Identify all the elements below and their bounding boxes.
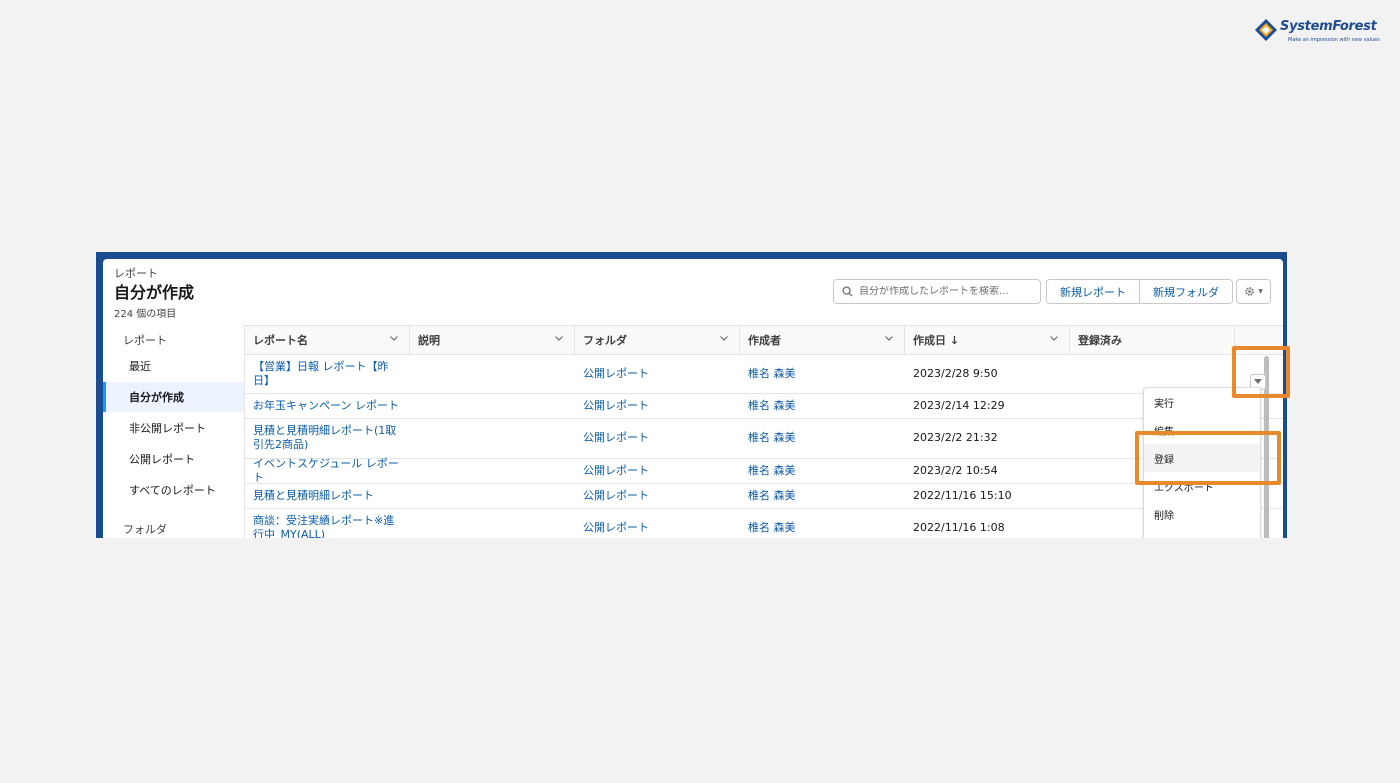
logo-diamond-icon [1255, 19, 1277, 41]
sidebar-item-private-reports[interactable]: 非公開レポート [103, 413, 244, 443]
folder-link[interactable]: 公開レポート [575, 508, 735, 538]
sidebar-heading-reports: レポート [123, 334, 167, 347]
folder-link[interactable]: 公開レポート [575, 458, 735, 483]
column-header-created-date[interactable]: 作成日 ↓ [905, 326, 1070, 354]
company-logo: SystemForest Make an impression with new… [1254, 18, 1384, 48]
table-row: イベントスケジュール レポート 公開レポート 椎名 森美 2023/2/2 10… [245, 457, 1283, 484]
search-icon [842, 286, 853, 297]
highlight-subscribe-item [1135, 431, 1281, 485]
logo-wordmark: SystemForest [1280, 19, 1377, 34]
sidebar-item-created-by-me[interactable]: 自分が作成 [103, 382, 244, 412]
search-box[interactable] [833, 279, 1041, 304]
sidebar-item-public-reports[interactable]: 公開レポート [103, 444, 244, 474]
column-header-description[interactable]: 説明 [410, 326, 575, 354]
sidebar-heading-folders: フォルダ [123, 523, 167, 536]
owner-link[interactable]: 椎名 森美 [740, 418, 900, 458]
sidebar-item-all-reports[interactable]: すべてのレポート [103, 475, 244, 505]
table-header: レポート名 説明 フォルダ 作成者 作成日 ↓ 登録済み [245, 325, 1283, 355]
table-row: 【営業】日報 レポート【昨日】 公開レポート 椎名 森美 2023/2/28 9… [245, 354, 1283, 394]
table-row: お年玉キャンペーン レポート 公開レポート 椎名 森美 2023/2/14 12… [245, 393, 1283, 419]
sidebar-item-label: 公開レポート [129, 453, 195, 466]
gear-icon [1245, 287, 1254, 296]
table-row: 見積と見積明細レポート(1取引先2商品) 公開レポート 椎名 森美 2023/2… [245, 418, 1283, 459]
owner-link[interactable]: 椎名 森美 [740, 508, 900, 538]
list-header: レポート 自分が作成 224 個の項目 新規レポート 新規フォルダ ▼ [103, 259, 1283, 325]
folder-link[interactable]: 公開レポート [575, 418, 735, 458]
report-name-link[interactable]: イベントスケジュール レポート [245, 457, 405, 484]
owner-link[interactable]: 椎名 森美 [740, 458, 900, 483]
report-name-link[interactable]: 見積と見積明細レポート(1取引先2商品) [245, 418, 405, 458]
owner-link[interactable]: 椎名 森美 [740, 393, 900, 418]
column-header-owner[interactable]: 作成者 [740, 326, 905, 354]
new-report-button[interactable]: 新規レポート [1047, 280, 1139, 303]
report-name-link[interactable]: 商談：受注実績レポート※進行中_MY(ALL) [245, 508, 405, 538]
created-date: 2022/11/16 1:08 [913, 521, 1005, 534]
menu-item-delete[interactable]: 削除 [1144, 500, 1260, 528]
folder-link[interactable]: 公開レポート [575, 483, 735, 508]
chevron-down-icon[interactable] [554, 333, 564, 343]
chevron-down-icon: ▼ [1258, 288, 1263, 295]
search-input[interactable] [859, 286, 1029, 297]
report-name-link[interactable]: 【営業】日報 レポート【昨日】 [245, 354, 395, 393]
new-folder-button[interactable]: 新規フォルダ [1139, 280, 1232, 303]
created-date: 2023/2/2 21:32 [913, 431, 998, 444]
chevron-down-icon[interactable] [719, 333, 729, 343]
report-name-link[interactable]: お年玉キャンペーン レポート [245, 393, 405, 418]
chevron-down-icon[interactable] [1049, 333, 1059, 343]
chevron-down-icon[interactable] [389, 333, 399, 343]
table-row: 見積と見積明細レポート 公開レポート 椎名 森美 2022/11/16 15:1… [245, 483, 1283, 509]
table-row: 商談：受注実績レポート※進行中_MY(ALL) 公開レポート 椎名 森美 202… [245, 508, 1283, 538]
folder-link[interactable]: 公開レポート [575, 354, 735, 393]
owner-link[interactable]: 椎名 森美 [740, 483, 900, 508]
logo-tagline: Make an impression with new values [1288, 37, 1380, 43]
created-date: 2023/2/14 12:29 [913, 398, 1005, 412]
sidebar-item-label: 自分が作成 [129, 391, 184, 404]
page-title: 自分が作成 [114, 283, 195, 302]
item-count: 224 個の項目 [114, 309, 177, 320]
created-date: 2022/11/16 15:10 [913, 488, 1012, 502]
column-header-subscribed[interactable]: 登録済み [1070, 326, 1235, 354]
column-header-report-name[interactable]: レポート名 [245, 326, 410, 354]
sidebar-item-label: 非公開レポート [129, 422, 206, 435]
reports-list-card: レポート 自分が作成 224 個の項目 新規レポート 新規フォルダ ▼ [103, 259, 1283, 538]
created-date: 2023/2/2 10:54 [913, 463, 998, 477]
sidebar-item-label: すべてのレポート [129, 484, 216, 497]
screenshot-frame: レポート 自分が作成 224 個の項目 新規レポート 新規フォルダ ▼ [96, 252, 1287, 538]
sidebar-item-recent[interactable]: 最近 [103, 351, 244, 381]
sidebar-item-label: 最近 [129, 360, 151, 373]
owner-link[interactable]: 椎名 森美 [740, 354, 900, 393]
list-settings-button[interactable]: ▼ [1236, 279, 1271, 304]
report-name-link[interactable]: 見積と見積明細レポート [245, 483, 405, 508]
created-date: 2023/2/28 9:50 [913, 366, 998, 380]
column-header-folder[interactable]: フォルダ [575, 326, 740, 354]
reports-table: レポート名 説明 フォルダ 作成者 作成日 ↓ 登録済み 【営業】日報 レポート… [245, 325, 1283, 538]
chevron-down-icon[interactable] [884, 333, 894, 343]
sidebar: レポート 最近 自分が作成 非公開レポート 公開レポート すべてのレポート フォ… [103, 325, 245, 538]
header-button-group: 新規レポート 新規フォルダ [1046, 279, 1233, 304]
folder-link[interactable]: 公開レポート [575, 393, 735, 418]
highlight-row-actions [1232, 346, 1290, 398]
